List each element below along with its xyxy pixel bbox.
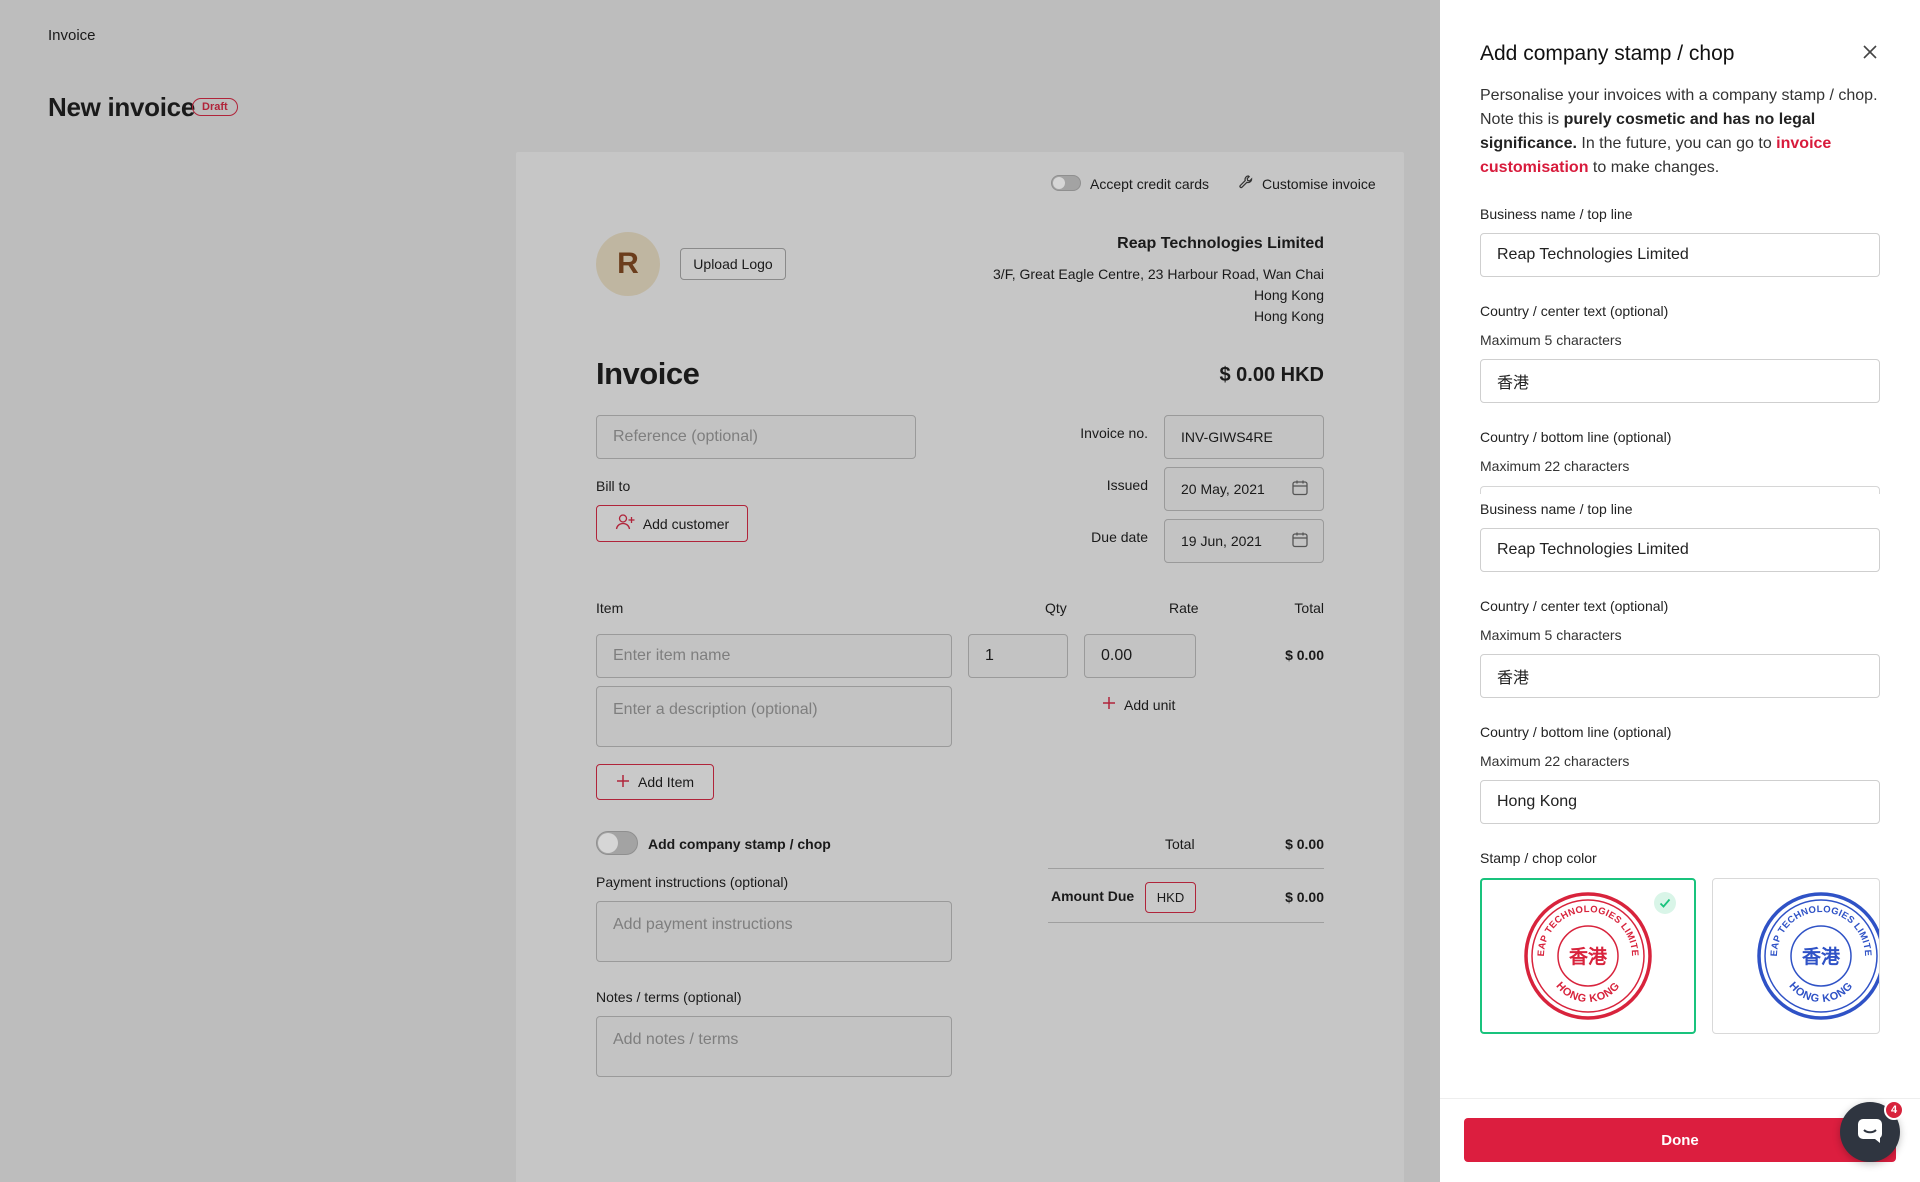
intro-text-2: In the future, you can go to <box>1576 135 1777 152</box>
invoice-no-field[interactable]: INV-GIWS4RE <box>1164 415 1324 459</box>
add-user-icon <box>615 513 635 534</box>
stamp-blue-seal: REAP TECHNOLOGIES LIMITED 香港 HONG KONG <box>1755 890 1879 1020</box>
payment-instructions-label: Payment instructions (optional) <box>596 874 789 890</box>
plus-icon <box>616 774 630 791</box>
add-stamp-label: Add company stamp / chop <box>648 836 831 852</box>
total-value: $ 0.00 <box>1285 836 1324 852</box>
due-date-field[interactable]: 19 Jun, 2021 <box>1164 519 1324 563</box>
status-badge: Draft <box>192 98 238 116</box>
column-qty: Qty <box>1045 600 1067 616</box>
center-text-label: Country / center text (optional) <box>1480 303 1669 319</box>
bottom-line-input-clipped[interactable] <box>1480 486 1880 494</box>
center-text-hint: Maximum 5 characters <box>1480 332 1622 348</box>
bottom-line-hint: Maximum 22 characters <box>1480 458 1630 474</box>
amount-due-value: $ 0.00 <box>1285 889 1324 905</box>
add-customer-label: Add customer <box>642 515 730 532</box>
amount-due-label: Amount Due <box>1051 888 1135 904</box>
invoice-total-header: $ 0.00 HKD <box>1219 364 1325 386</box>
invoice-no-label: Invoice no. <box>1080 425 1148 441</box>
breadcrumb[interactable]: Invoice <box>48 27 96 44</box>
add-item-button[interactable]: Add Item <box>596 764 714 800</box>
amount-due-divider <box>1048 922 1324 923</box>
invoice-heading: Invoice <box>596 356 700 391</box>
bottom-line-input[interactable]: Hong Kong <box>1480 780 1880 824</box>
row-total: $ 0.00 <box>1285 647 1324 663</box>
issued-date-value: 20 May, 2021 <box>1181 481 1265 497</box>
center-text-hint: Maximum 5 characters <box>1480 627 1622 643</box>
chat-icon <box>1855 1115 1885 1150</box>
notes-label: Notes / terms (optional) <box>596 989 742 1005</box>
issued-label: Issued <box>1106 477 1148 493</box>
page-title: New invoice <box>48 92 195 122</box>
stamp-color-option-blue[interactable]: REAP TECHNOLOGIES LIMITED 香港 HONG KONG <box>1712 878 1880 1034</box>
bottom-line-label: Country / bottom line (optional) <box>1480 429 1672 445</box>
plus-icon <box>1102 696 1116 713</box>
accept-credit-cards-label: Accept credit cards <box>1090 176 1210 192</box>
svg-text:香港: 香港 <box>1568 946 1608 968</box>
business-name-label: Business name / top line <box>1480 206 1633 222</box>
center-text-label: Country / center text (optional) <box>1480 598 1669 614</box>
item-description-input[interactable]: Enter a description (optional) <box>596 686 952 747</box>
totals-divider <box>1048 868 1324 869</box>
avatar: R <box>596 232 660 296</box>
bottom-line-hint: Maximum 22 characters <box>1480 753 1630 769</box>
company-address-line-2: Hong Kong <box>1253 287 1324 303</box>
intro-text-3: to make changes. <box>1588 159 1720 176</box>
add-unit-button[interactable]: Add unit <box>1102 696 1175 713</box>
bill-to-label: Bill to <box>596 478 631 494</box>
calendar-icon[interactable] <box>1291 479 1309 500</box>
svg-text:HONG KONG: HONG KONG <box>1787 980 1856 1005</box>
stamp-red-seal: REAP TECHNOLOGIES LIMITED 香港 HONG KONG <box>1522 890 1652 1020</box>
customise-invoice-link[interactable]: Customise invoice <box>1262 176 1376 192</box>
svg-text:香港: 香港 <box>1801 946 1841 968</box>
add-item-label: Add Item <box>637 774 695 790</box>
rate-input[interactable]: 0.00 <box>1084 634 1196 678</box>
add-stamp-toggle[interactable] <box>596 831 638 855</box>
add-unit-label: Add unit <box>1124 696 1176 713</box>
item-name-input[interactable]: Enter item name <box>596 634 952 678</box>
drawer-footer-divider <box>1440 1098 1920 1099</box>
column-total: Total <box>1294 600 1324 616</box>
stamp-drawer: Add company stamp / chop Personalise you… <box>1440 0 1920 1182</box>
wrench-icon <box>1238 174 1254 195</box>
company-address-line-3: Hong Kong <box>1253 308 1324 324</box>
notes-input[interactable]: Add notes / terms <box>596 1016 952 1077</box>
due-date-value: 19 Jun, 2021 <box>1181 533 1262 549</box>
payment-instructions-input[interactable]: Add payment instructions <box>596 901 952 962</box>
business-name-input[interactable]: Reap Technologies Limited <box>1480 233 1880 277</box>
center-text-input[interactable]: 香港 <box>1480 654 1880 698</box>
chat-notification-badge: 4 <box>1884 1100 1904 1120</box>
drawer-intro: Personalise your invoices with a company… <box>1480 84 1880 180</box>
close-icon[interactable] <box>1860 42 1880 62</box>
due-date-label: Due date <box>1091 529 1148 545</box>
business-name-input[interactable]: Reap Technologies Limited <box>1480 528 1880 572</box>
invoice-app-background: Invoice New invoice Draft Accept credit … <box>0 0 1440 1182</box>
column-rate: Rate <box>1169 600 1199 616</box>
column-item: Item <box>596 600 624 616</box>
selected-check-icon <box>1654 892 1676 914</box>
business-name-label: Business name / top line <box>1480 501 1633 517</box>
total-label: Total <box>1165 836 1195 852</box>
add-customer-button[interactable]: Add customer <box>596 505 748 542</box>
center-text-input[interactable]: 香港 <box>1480 359 1880 403</box>
stamp-color-option-red[interactable]: REAP TECHNOLOGIES LIMITED 香港 HONG KONG <box>1480 878 1696 1034</box>
reference-input[interactable]: Reference (optional) <box>596 415 916 459</box>
upload-logo-button[interactable]: Upload Logo <box>680 248 786 280</box>
stamp-color-label: Stamp / chop color <box>1480 850 1597 866</box>
bottom-line-label: Country / bottom line (optional) <box>1480 724 1672 740</box>
issued-date-field[interactable]: 20 May, 2021 <box>1164 467 1324 511</box>
calendar-icon[interactable] <box>1291 531 1309 552</box>
accept-credit-cards-toggle[interactable] <box>1051 175 1081 191</box>
currency-selector[interactable]: HKD <box>1145 882 1196 913</box>
company-address-line-1: 3/F, Great Eagle Centre, 23 Harbour Road… <box>993 266 1324 282</box>
done-button[interactable]: Done <box>1464 1118 1896 1162</box>
drawer-title: Add company stamp / chop <box>1480 42 1735 65</box>
svg-text:HONG KONG: HONG KONG <box>1554 980 1623 1005</box>
company-name: Reap Technologies Limited <box>1117 235 1324 252</box>
qty-input[interactable]: 1 <box>968 634 1068 678</box>
